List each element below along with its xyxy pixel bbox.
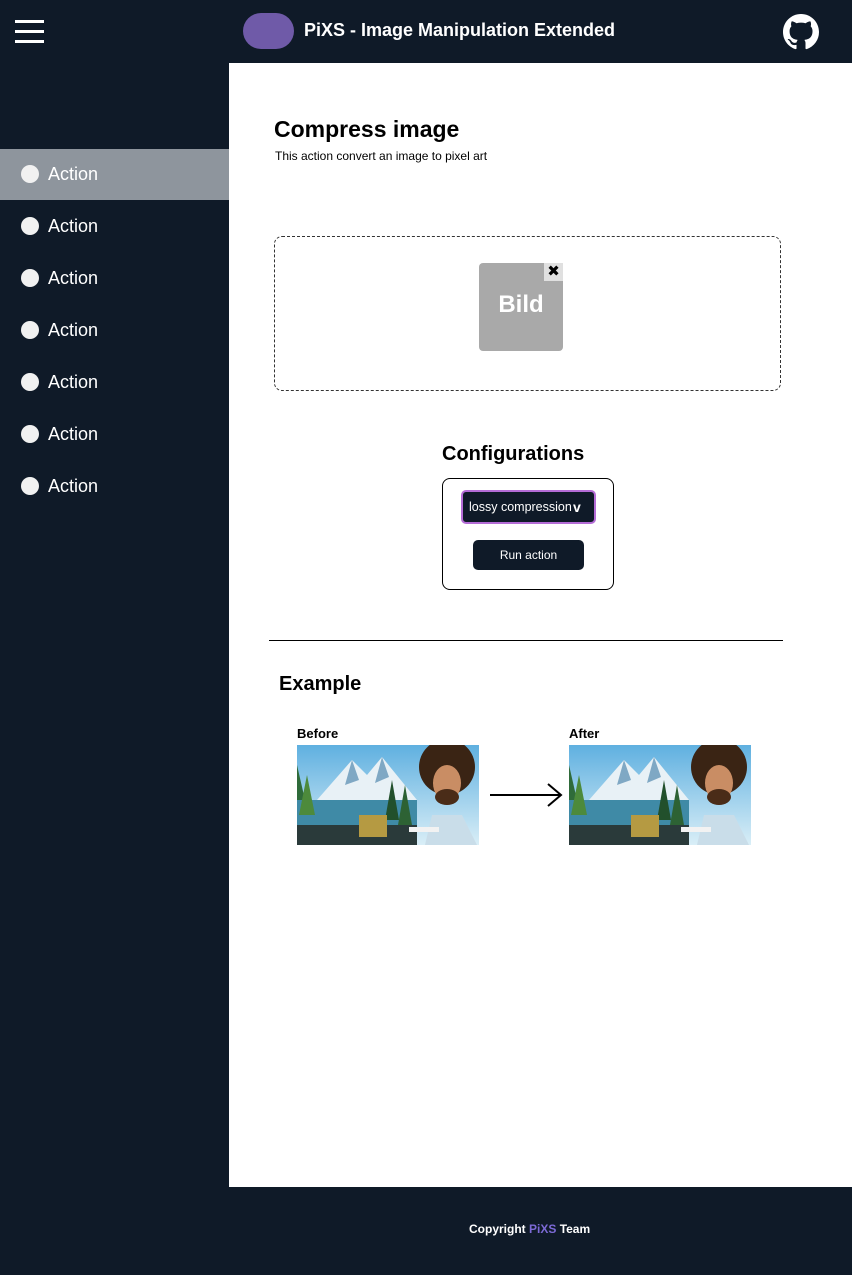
- copyright-text: Copyright PiXS Team: [469, 1222, 590, 1236]
- compression-mode-select[interactable]: lossy compression v: [461, 490, 596, 524]
- select-value: lossy compression: [469, 500, 572, 514]
- configurations-title: Configurations: [442, 443, 585, 465]
- github-icon[interactable]: [783, 14, 819, 50]
- sidebar-item-label: Action: [48, 424, 99, 444]
- sidebar-item-label: Action: [48, 320, 99, 340]
- sidebar-item-action-1[interactable]: Action: [0, 149, 229, 200]
- copyright-brand: PiXS: [529, 1222, 557, 1236]
- footer: Copyright PiXS Team: [0, 1187, 852, 1275]
- app-header: PiXS - Image Manipulation Extended: [0, 0, 852, 63]
- sidebar-item-action-6[interactable]: Action: [0, 409, 229, 460]
- sidebar-item-action-7[interactable]: Action: [0, 461, 229, 512]
- after-image: [569, 745, 751, 845]
- close-icon[interactable]: ✖: [544, 263, 563, 281]
- radio-dot-icon: [21, 165, 39, 183]
- sidebar-item-action-3[interactable]: Action: [0, 253, 229, 304]
- copyright-prefix: Copyright: [469, 1222, 529, 1236]
- app-logo: [243, 13, 294, 49]
- sidebar-item-label: Action: [48, 268, 99, 288]
- arrow-right-icon: [490, 783, 563, 807]
- radio-dot-icon: [21, 269, 39, 287]
- sidebar-item-action-2[interactable]: Action: [0, 201, 229, 252]
- radio-dot-icon: [21, 477, 39, 495]
- sidebar-item-label: Action: [48, 164, 99, 184]
- after-label: After: [569, 726, 600, 741]
- sidebar-item-label: Action: [48, 372, 99, 392]
- sidebar-item-label: Action: [48, 476, 99, 496]
- hamburger-menu-icon[interactable]: [15, 20, 44, 44]
- before-label: Before: [297, 726, 339, 741]
- sidebar-item-action-4[interactable]: Action: [0, 305, 229, 356]
- sidebar-item-action-5[interactable]: Action: [0, 357, 229, 408]
- main-content: Compress image This action convert an im…: [229, 63, 852, 1187]
- run-action-button[interactable]: Run action: [473, 540, 584, 570]
- radio-dot-icon: [21, 217, 39, 235]
- radio-dot-icon: [21, 373, 39, 391]
- thumbnail-label: Bild: [498, 291, 544, 318]
- before-image: [297, 745, 479, 845]
- radio-dot-icon: [21, 321, 39, 339]
- image-dropzone[interactable]: Bild ✖: [274, 236, 781, 391]
- uploaded-image-thumbnail: Bild ✖: [479, 263, 563, 351]
- chevron-down-icon: v: [573, 499, 581, 515]
- configurations-panel: lossy compression v Run action: [442, 478, 614, 590]
- page-subtitle: This action convert an image to pixel ar…: [275, 149, 488, 163]
- sidebar-item-label: Action: [48, 216, 99, 236]
- example-title: Example: [279, 673, 362, 695]
- radio-dot-icon: [21, 425, 39, 443]
- section-divider: [269, 640, 783, 641]
- app-title: PiXS - Image Manipulation Extended: [304, 20, 616, 40]
- sidebar: Action Action Action Action Action Actio…: [0, 63, 229, 1187]
- page-title: Compress image: [274, 116, 460, 142]
- copyright-suffix: Team: [556, 1222, 591, 1236]
